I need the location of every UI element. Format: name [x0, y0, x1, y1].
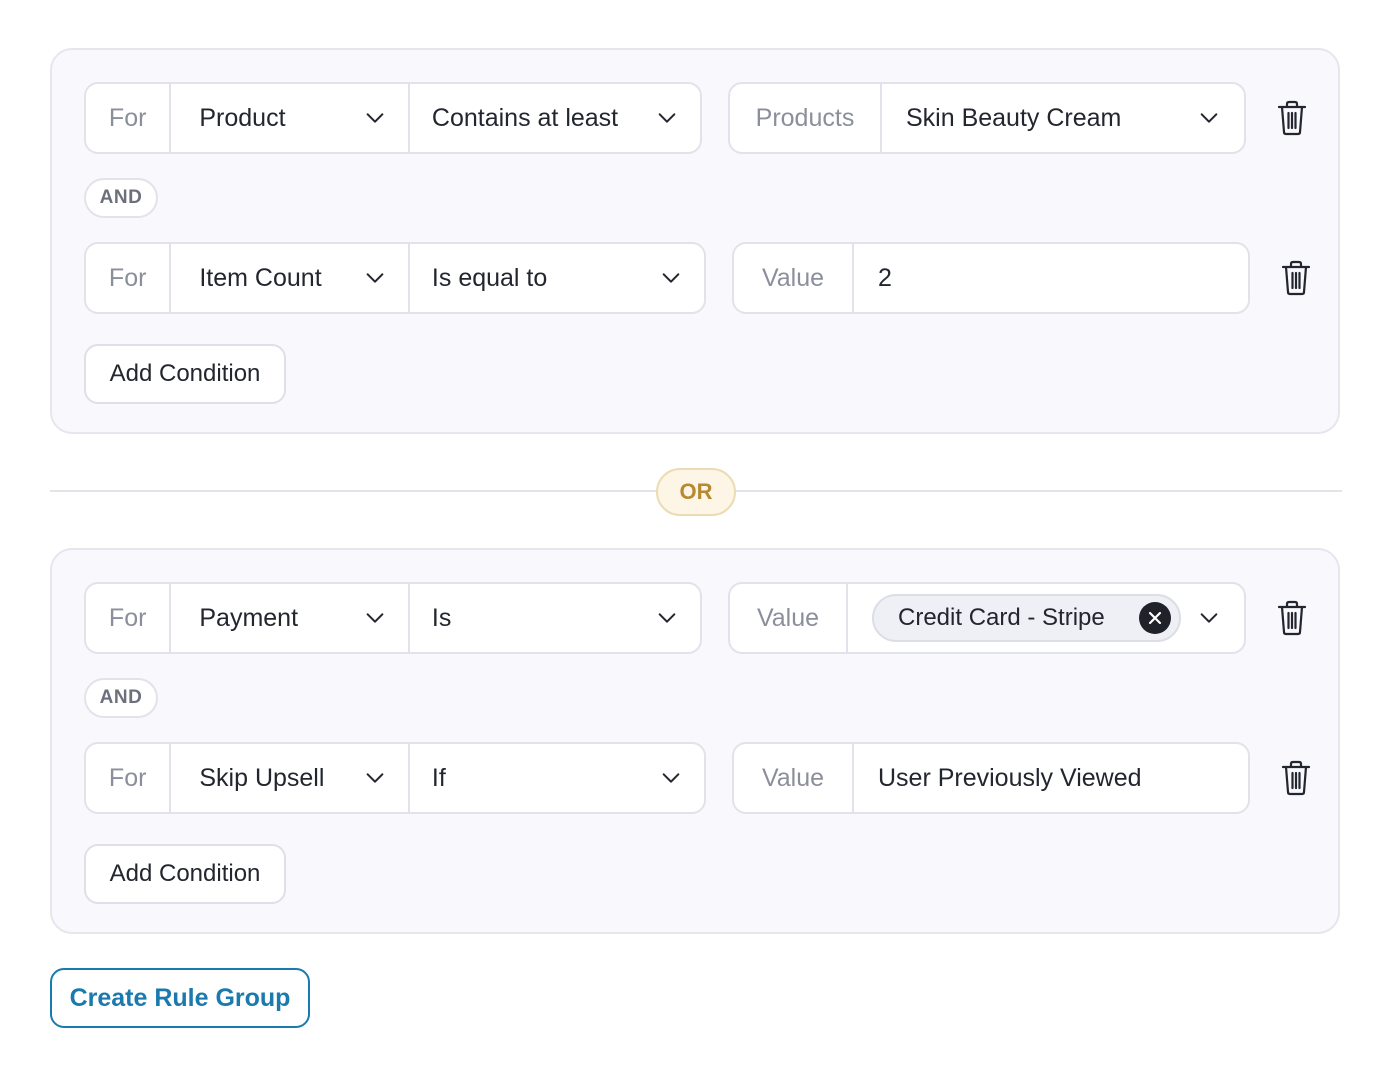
add-condition-button[interactable]: Add Condition	[84, 844, 286, 904]
chevron-down-icon	[366, 773, 384, 783]
trash-icon[interactable]	[1280, 760, 1312, 796]
chevron-down-icon	[662, 273, 680, 283]
value-label: Value	[761, 263, 825, 292]
chevron-down-icon	[1200, 113, 1218, 123]
create-rule-group-button[interactable]: Create Rule Group	[50, 968, 310, 1028]
rule-group-2: For Payment Is Value Credit Card - Strip…	[50, 548, 1340, 934]
operator-select-value: Is	[431, 603, 452, 632]
for-label: For	[108, 763, 147, 792]
trash-icon[interactable]	[1280, 260, 1312, 296]
condition-selector: For Payment Is	[84, 582, 702, 654]
operator-select[interactable]: Is equal to	[407, 244, 704, 312]
or-badge: OR	[656, 468, 736, 516]
chevron-down-icon	[1200, 613, 1218, 623]
chevron-down-icon	[662, 773, 680, 783]
chevron-down-icon	[658, 113, 676, 123]
chevron-down-icon	[366, 113, 384, 123]
value-label: Value	[761, 763, 825, 792]
value-input-group: Value User Previously Viewed	[732, 742, 1250, 814]
operator-select-value: If	[431, 763, 446, 792]
chevron-down-icon	[366, 613, 384, 623]
rule-group-1: For Product Contains at least Products S…	[50, 48, 1340, 434]
selected-value-chip: Credit Card - Stripe	[872, 594, 1181, 642]
trash-icon[interactable]	[1276, 600, 1308, 636]
chevron-down-icon	[366, 273, 384, 283]
field-select[interactable]: Skip Upsell	[169, 744, 408, 812]
for-label: For	[108, 263, 147, 292]
condition-selector: For Product Contains at least	[84, 82, 702, 154]
operator-select[interactable]: Contains at least	[407, 84, 700, 152]
field-select[interactable]: Item Count	[169, 244, 408, 312]
value-input[interactable]: User Previously Viewed	[852, 744, 1248, 812]
field-select-value: Item Count	[199, 263, 322, 292]
field-select-value: Product	[199, 103, 286, 132]
operator-select-value: Contains at least	[431, 103, 619, 132]
chip-label: Credit Card - Stripe	[898, 604, 1105, 631]
value-input[interactable]: 2	[852, 244, 1248, 312]
condition-selector: For Skip Upsell If	[84, 742, 706, 814]
and-badge: AND	[84, 678, 158, 718]
operator-select[interactable]: Is	[407, 584, 700, 652]
field-select[interactable]: Payment	[169, 584, 408, 652]
value-label: Value	[756, 603, 820, 632]
operator-select[interactable]: If	[407, 744, 704, 812]
value-multiselect[interactable]: Credit Card - Stripe	[846, 584, 1244, 652]
chevron-down-icon	[658, 613, 676, 623]
value-selector: Products Skin Beauty Cream	[728, 82, 1246, 154]
condition-selector: For Item Count Is equal to	[84, 242, 706, 314]
field-select[interactable]: Product	[169, 84, 408, 152]
and-badge: AND	[84, 178, 158, 218]
add-condition-button[interactable]: Add Condition	[84, 344, 286, 404]
operator-select-value: Is equal to	[431, 263, 548, 292]
value-selector: Value Credit Card - Stripe	[728, 582, 1246, 654]
products-select-value: Skin Beauty Cream	[906, 103, 1122, 132]
field-select-value: Skip Upsell	[199, 763, 325, 792]
for-label: For	[108, 103, 147, 132]
value-input-group: Value 2	[732, 242, 1250, 314]
close-icon[interactable]	[1138, 602, 1171, 634]
products-label: Products	[755, 103, 855, 132]
products-select[interactable]: Skin Beauty Cream	[880, 84, 1244, 152]
trash-icon[interactable]	[1276, 100, 1308, 136]
for-label: For	[108, 603, 147, 632]
field-select-value: Payment	[199, 603, 299, 632]
